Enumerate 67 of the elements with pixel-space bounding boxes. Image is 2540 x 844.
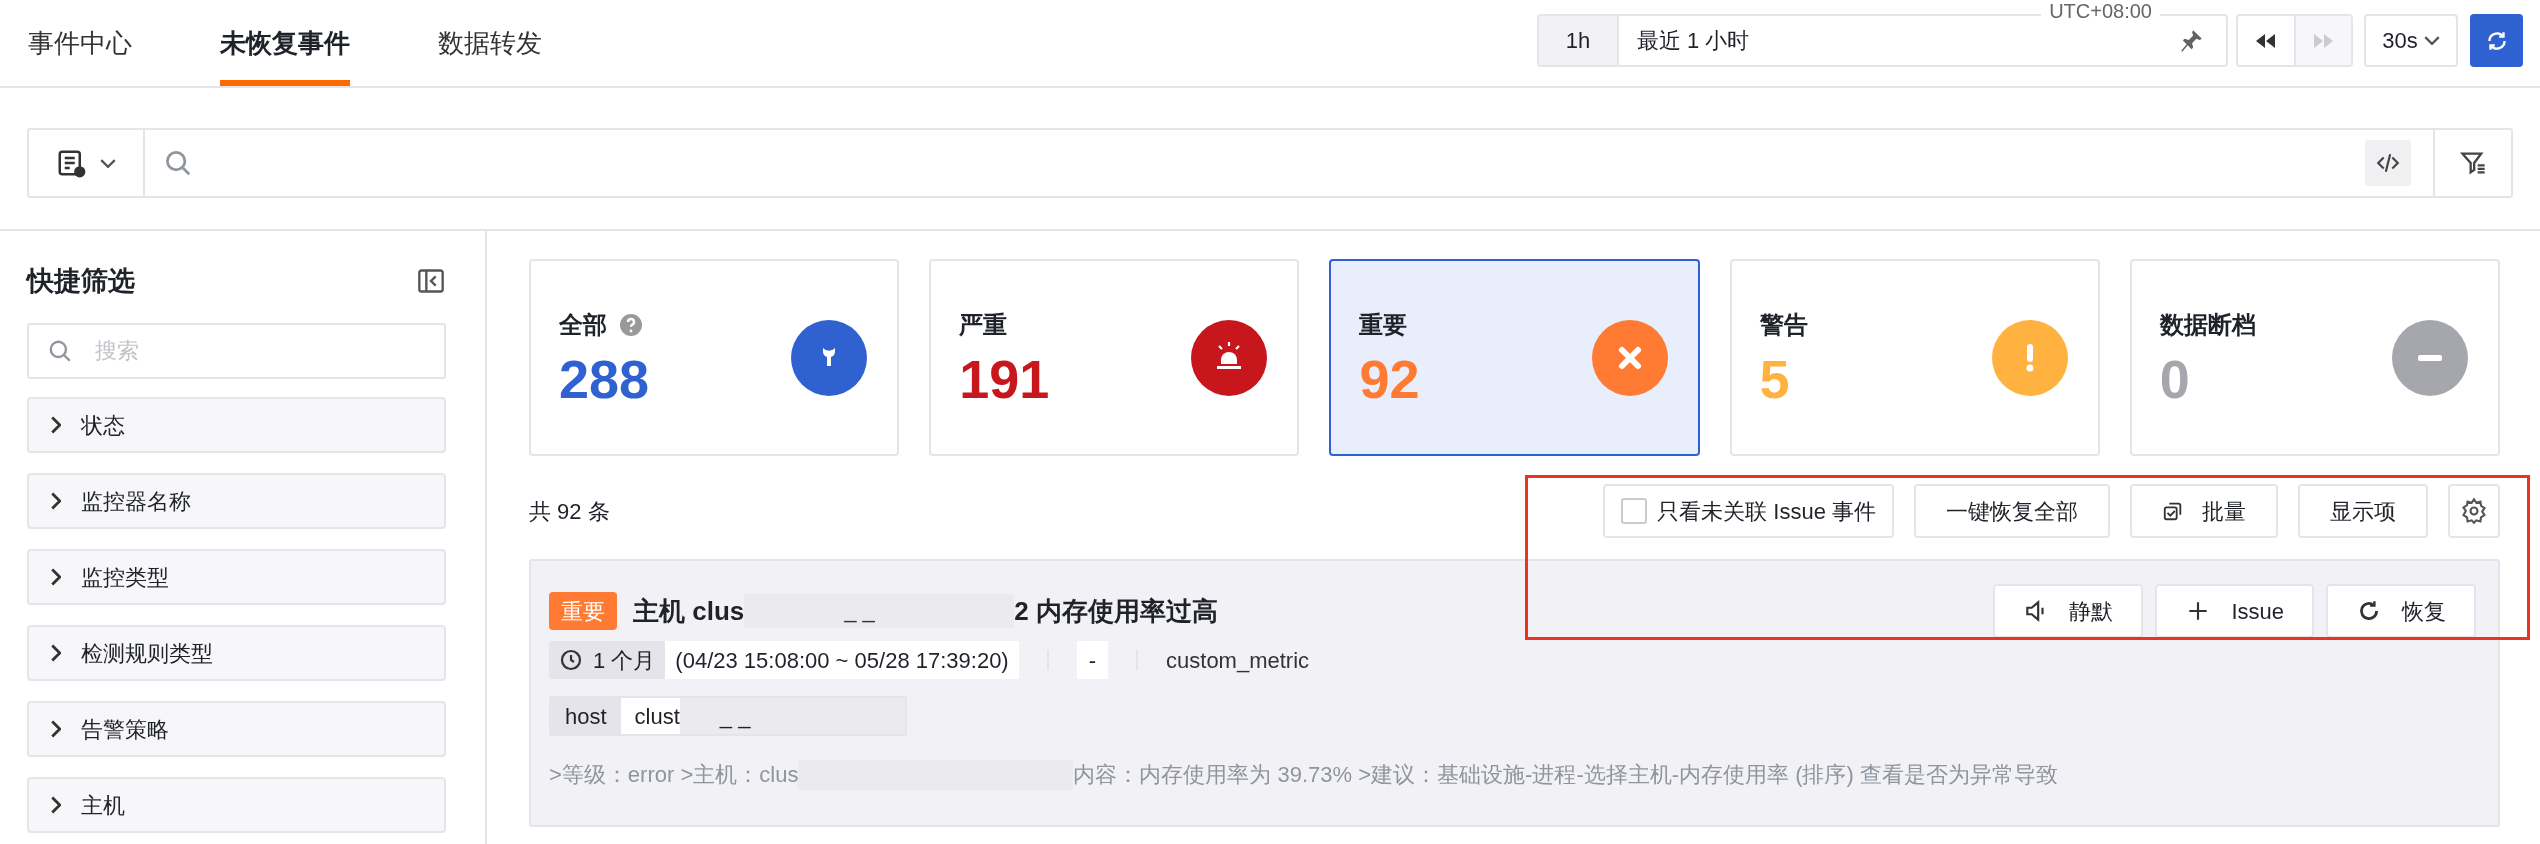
duration-chip: 1 个月 — [549, 641, 666, 679]
restore-all-button[interactable]: 一键恢复全部 — [1914, 484, 2110, 538]
checkbox[interactable] — [1621, 498, 1648, 524]
quick-range-label: 1h — [1539, 16, 1619, 65]
time-range-text: 最近 1 小时 — [1636, 27, 1751, 55]
card-label: 警告 — [1759, 309, 1808, 340]
clock-icon — [559, 648, 583, 672]
filter-section[interactable]: 监控器名称 — [27, 473, 446, 529]
card-count: 0 — [2159, 348, 2191, 409]
card-label: 严重 — [959, 309, 1008, 340]
event-content: 内容：内存使用率为 39.73% >建议：基础设施-进程-选择主机-内存使用率 (排序) 查看是否为异常导致 — [1073, 761, 2058, 789]
refresh-interval-dropdown[interactable]: 30s — [2364, 14, 2458, 67]
event-title: 主机 clus — [633, 594, 745, 628]
redaction-block: _ _ — [679, 698, 905, 734]
cross-icon — [1591, 319, 1668, 396]
card-label: 重要 — [1359, 309, 1408, 340]
card-count: 191 — [959, 348, 1050, 409]
summary-card[interactable]: 警告 5 — [1729, 259, 2100, 456]
tag-key: host — [551, 698, 621, 734]
caret-icon — [2423, 36, 2440, 45]
search-icon — [47, 338, 73, 364]
restore-button[interactable]: 恢复 — [2326, 584, 2476, 638]
filter-section[interactable]: 告警策略 — [27, 701, 446, 757]
filter-section[interactable]: 监控类型 — [27, 549, 446, 605]
unlinked-only-checkbox[interactable]: 只看未关联 Issue 事件 — [1603, 484, 1894, 538]
filter-section[interactable]: 状态 — [27, 397, 446, 453]
pin-icon — [2178, 27, 2204, 54]
batch-icon — [2162, 500, 2184, 522]
minus-icon — [2392, 319, 2468, 396]
card-count: 288 — [559, 348, 650, 409]
settings-icon — [2460, 497, 2488, 525]
summary-card[interactable]: 数据断档 0 — [2129, 259, 2500, 456]
event-title: 2 内存使用率过高 — [1014, 594, 1218, 628]
collapse-icon — [417, 267, 445, 295]
severity-badge: 重要 — [549, 592, 617, 630]
card-label: 全部 — [559, 309, 607, 340]
batch-button[interactable]: 批量 — [2130, 484, 2278, 538]
siren-icon — [1191, 319, 1268, 396]
wrench-icon — [791, 319, 868, 396]
redaction-block: _ _ — [744, 594, 1015, 628]
summary-card[interactable]: 全部 288 — [529, 259, 900, 456]
exclamation-icon — [1991, 319, 2068, 396]
event-field: - — [1076, 641, 1109, 679]
mute-button[interactable]: 静默 — [1993, 584, 2144, 638]
sidebar-title: 快捷筛选 — [27, 264, 135, 298]
sidebar-search-field[interactable]: 搜索 — [27, 323, 446, 379]
card-count: 5 — [1759, 348, 1791, 409]
card-count: 92 — [1359, 348, 1420, 409]
summary-card[interactable]: 严重 191 — [929, 259, 1300, 456]
nav-tab[interactable]: 未恢复事件 — [220, 0, 350, 86]
filter-section[interactable]: 检测规则类型 — [27, 625, 446, 681]
card-label: 数据断档 — [2159, 309, 2256, 340]
create-issue-button[interactable]: Issue — [2155, 584, 2314, 638]
result-count: 共 92 条 — [529, 497, 610, 526]
nav-tab[interactable]: 数据转发 — [438, 0, 542, 86]
collapse-button[interactable] — [416, 266, 446, 296]
settings-button[interactable] — [2448, 484, 2500, 538]
metric-name: custom_metric — [1166, 646, 1310, 675]
tag-value: clust — [633, 702, 680, 731]
event-card[interactable]: 重要 主机 clus _ _ 2 内存使用率过高 静默 Issue 恢复 1 个月 (04/23 15:08:00 ~ 05/28 17:39:20) - custom_metric host clust _ _ >等级：error >主机：clus 内容：内存使用率为 39.73% >建议：基础设施-进程-选择主机-内存使用率 (排序) 查看是否为异常导致 — [529, 559, 2500, 827]
summary-card[interactable]: 重要 92 — [1329, 259, 1700, 456]
refresh-button[interactable] — [2470, 14, 2523, 67]
event-content: >等级：error >主机：clus — [549, 761, 799, 789]
columns-button[interactable]: 显示项 — [2298, 484, 2428, 538]
nav-tab[interactable]: 事件中心 — [28, 0, 132, 86]
time-range: (04/23 15:08:00 ~ 05/28 17:39:20) — [665, 641, 1019, 679]
filter-section[interactable]: 主机 — [27, 777, 446, 833]
